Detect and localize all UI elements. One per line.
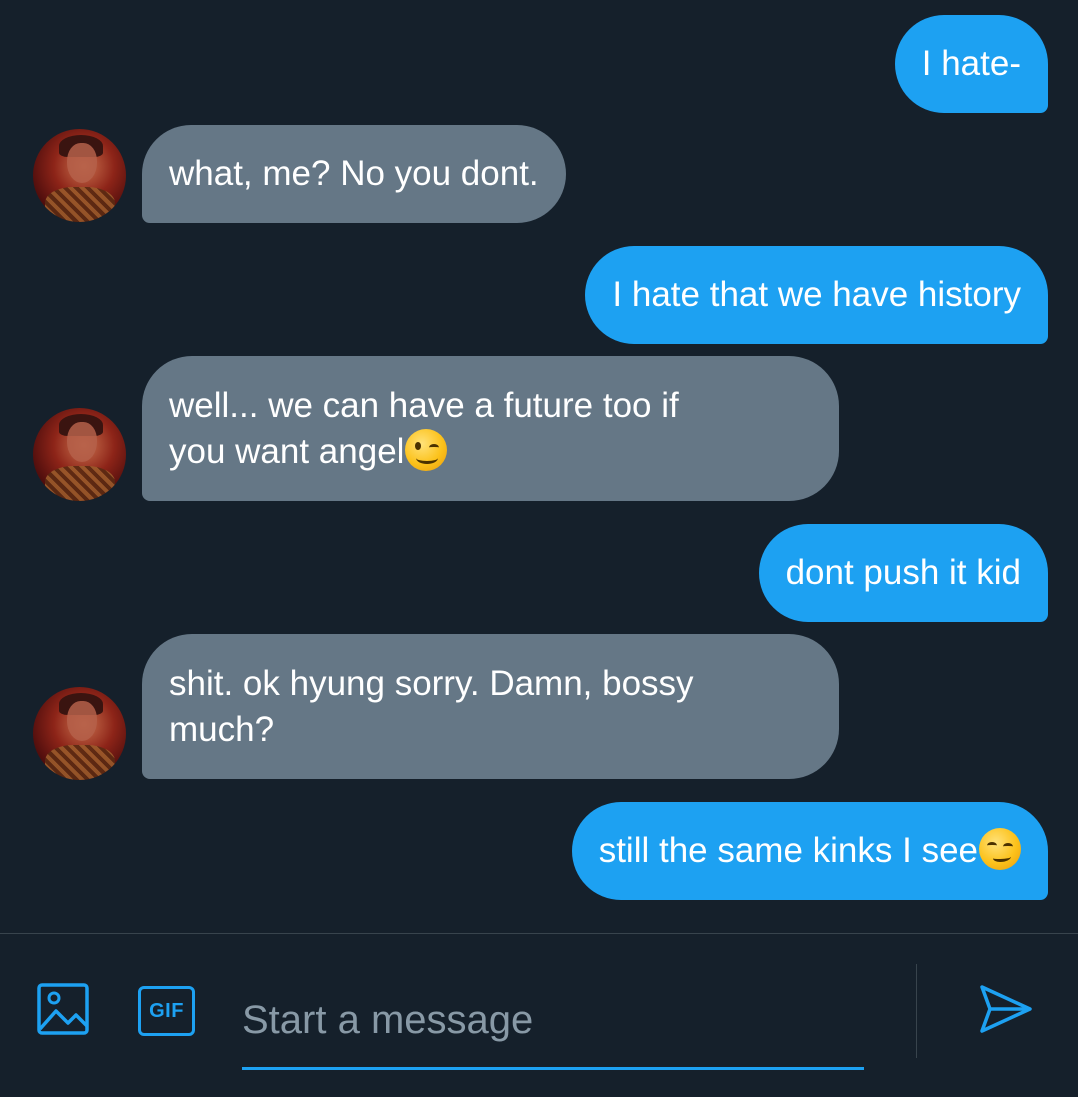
- message-text: I hate that we have history: [612, 275, 1021, 314]
- gif-label: GIF: [149, 999, 184, 1022]
- avatar[interactable]: [33, 687, 126, 780]
- message-input[interactable]: [242, 974, 864, 1070]
- smirking-face-icon: [979, 828, 1021, 870]
- send-button[interactable]: [978, 981, 1034, 1037]
- send-icon: [980, 985, 1032, 1033]
- avatar[interactable]: [33, 129, 126, 222]
- divider: [916, 964, 917, 1058]
- message-text: shit. ok hyung sorry. Damn, bossy much?: [169, 663, 694, 749]
- image-icon: [37, 983, 89, 1035]
- winking-face-icon: [405, 428, 448, 471]
- incoming-message[interactable]: what, me? No you dont.: [142, 125, 566, 223]
- message-text: I hate-: [921, 44, 1021, 83]
- message-text: still the same kinks I see: [598, 831, 978, 870]
- add-media-button[interactable]: [37, 983, 89, 1035]
- message-text: what, me? No you dont.: [169, 154, 539, 193]
- incoming-message[interactable]: shit. ok hyung sorry. Damn, bossy much?: [142, 634, 839, 779]
- message-thread: I hate- what, me? No you dont. I hate th…: [0, 0, 1078, 933]
- incoming-message[interactable]: well... we can have a future too if you …: [142, 356, 839, 501]
- gif-button[interactable]: GIF: [138, 986, 195, 1036]
- outgoing-message[interactable]: I hate-: [894, 15, 1048, 113]
- message-composer: GIF: [0, 933, 1078, 1097]
- message-text: dont push it kid: [785, 553, 1021, 592]
- avatar[interactable]: [33, 408, 126, 501]
- outgoing-message[interactable]: still the same kinks I see: [571, 802, 1048, 900]
- outgoing-message[interactable]: I hate that we have history: [585, 246, 1048, 344]
- outgoing-message[interactable]: dont push it kid: [758, 524, 1048, 622]
